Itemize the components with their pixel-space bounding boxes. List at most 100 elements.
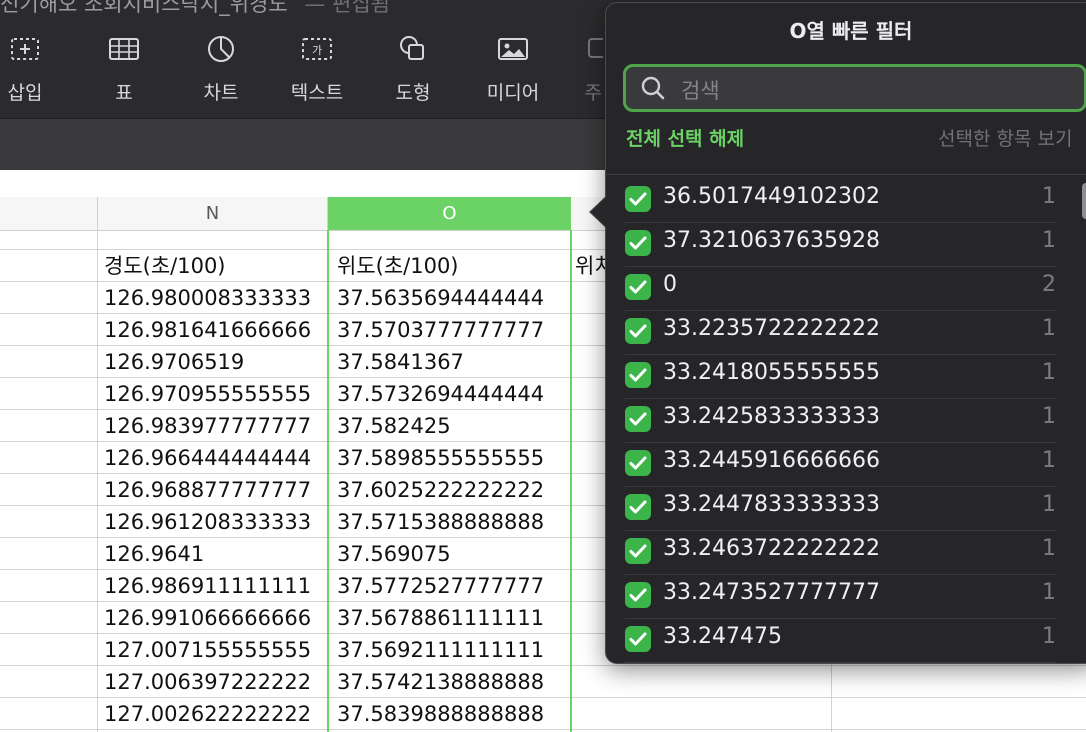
cell-latitude[interactable]: 37.6025222222222 — [337, 474, 569, 506]
text-box-icon: 가 — [282, 34, 352, 64]
filter-item[interactable]: 33.247475 1 — [606, 619, 1056, 663]
filter-item-value: 33.2447833333333 — [663, 492, 880, 517]
show-selected-button[interactable]: 선택한 항목 보기 — [938, 124, 1072, 151]
popover-arrow-fill — [591, 197, 606, 227]
filter-item-value: 33.2445916666666 — [663, 448, 880, 473]
filter-item[interactable]: 33.2473527777777 1 — [606, 575, 1056, 619]
filter-item-count: 1 — [1042, 404, 1056, 429]
filter-item-count: 1 — [1042, 580, 1056, 605]
filter-item[interactable]: 36.5017449102302 1 — [606, 179, 1056, 223]
cell-latitude[interactable]: 37.5841367 — [337, 346, 569, 378]
cell-latitude[interactable]: 37.582425 — [337, 410, 569, 442]
checkbox-checked-icon[interactable] — [625, 274, 651, 300]
cell-longitude[interactable]: 126.968877777777 — [104, 474, 326, 506]
filter-item-count: 2 — [1042, 272, 1056, 297]
filter-item[interactable]: 37.3210637635928 1 — [606, 223, 1056, 267]
filter-item-separator — [625, 662, 1056, 663]
filter-item-value: 36.5017449102302 — [663, 184, 880, 209]
toolbar-text-button[interactable]: 가 텍스트 — [282, 34, 352, 105]
filter-item-value: 33.2235722222222 — [663, 316, 880, 341]
cell-latitude[interactable]: 37.5692111111111 — [337, 634, 569, 666]
cell-latitude[interactable]: 37.5715388888888 — [337, 506, 569, 538]
column-header-o[interactable]: O — [328, 197, 571, 231]
filter-item[interactable]: 33.2445916666666 1 — [606, 443, 1056, 487]
filter-item[interactable]: 33.2447833333333 1 — [606, 487, 1056, 531]
column-gridline — [327, 230, 329, 732]
document-status: — 편집됨 — [297, 0, 390, 16]
filter-item-count: 1 — [1042, 316, 1056, 341]
column-header-n[interactable]: N — [98, 197, 328, 231]
checkbox-checked-icon[interactable] — [625, 450, 651, 476]
quick-filter-popover: O열 빠른 필터 검색 전체 선택 해제 선택한 항목 보기 36.501744… — [605, 2, 1086, 664]
chart-icon — [186, 34, 256, 64]
filter-item-value: 33.2473527777777 — [663, 580, 880, 605]
search-placeholder: 검색 — [681, 79, 720, 103]
checkbox-checked-icon[interactable] — [625, 186, 651, 212]
cell-longitude[interactable]: 126.9706519 — [104, 346, 326, 378]
column-gridline — [570, 230, 572, 732]
cell-longitude[interactable]: 126.983977777777 — [104, 410, 326, 442]
checkbox-checked-icon[interactable] — [625, 494, 651, 520]
filter-item-count: 1 — [1042, 184, 1056, 209]
cell-longitude[interactable]: 126.966444444444 — [104, 442, 326, 474]
filter-item[interactable]: 33.2425833333333 1 — [606, 399, 1056, 443]
filter-item[interactable]: 33.2418055555555 1 — [606, 355, 1056, 399]
column-header-m[interactable] — [0, 197, 98, 231]
toolbar-table-button[interactable]: 표 — [89, 34, 159, 105]
header-cell-n[interactable]: 경도(초/100) — [104, 250, 326, 282]
checkbox-checked-icon[interactable] — [625, 362, 651, 388]
filter-item[interactable]: 02 — [606, 267, 1056, 311]
filter-item-value: 37.3210637635928 — [663, 228, 880, 253]
cell-latitude[interactable]: 37.5635694444444 — [337, 282, 569, 314]
checkbox-checked-icon[interactable] — [625, 406, 651, 432]
document-title-text: 전기해오 조회지비스락지_위경도 — [0, 0, 288, 16]
toolbar-media-button[interactable]: 미디어 — [478, 34, 548, 105]
checkbox-checked-icon[interactable] — [625, 318, 651, 344]
cell-latitude[interactable]: 37.5703777777777 — [337, 314, 569, 346]
deselect-all-button[interactable]: 전체 선택 해제 — [626, 124, 744, 151]
checkbox-checked-icon[interactable] — [625, 626, 651, 652]
toolbar-chart-button[interactable]: 차트 — [186, 34, 256, 105]
filter-item-count: 1 — [1042, 624, 1056, 649]
cell-longitude[interactable]: 126.9641 — [104, 538, 326, 570]
cell-longitude[interactable]: 126.970955555555 — [104, 378, 326, 410]
cell-latitude[interactable]: 37.5839888888888 — [337, 698, 569, 730]
filter-item-value: 0 — [663, 272, 677, 297]
toolbar-comment-button[interactable]: 주 — [566, 34, 606, 105]
cell-longitude[interactable]: 126.991066666666 — [104, 602, 326, 634]
column-gridline — [97, 230, 98, 732]
cell-latitude[interactable]: 37.5898555555555 — [337, 442, 569, 474]
filter-item-count: 1 — [1042, 448, 1056, 473]
toolbar-shape-button[interactable]: 도형 — [378, 34, 448, 105]
toolbar-insert-button[interactable]: 삽입 — [0, 34, 60, 105]
checkbox-checked-icon[interactable] — [625, 582, 651, 608]
popover-title: O열 빠른 필터 — [789, 19, 913, 43]
cell-latitude[interactable]: 37.5678861111111 — [337, 602, 569, 634]
shape-icon — [378, 34, 448, 64]
filter-item-count: 1 — [1042, 228, 1056, 253]
header-cell-o[interactable]: 위도(초/100) — [337, 250, 569, 282]
cell-latitude[interactable]: 37.5742138888888 — [337, 666, 569, 698]
cell-longitude[interactable]: 127.006397222222 — [104, 666, 326, 698]
filter-item[interactable]: 33.2235722222222 1 — [606, 311, 1056, 355]
checkbox-checked-icon[interactable] — [625, 230, 651, 256]
cell-latitude[interactable]: 37.569075 — [337, 538, 569, 570]
filter-item-count: 1 — [1042, 360, 1056, 385]
comment-icon — [566, 34, 606, 64]
cell-longitude[interactable]: 126.980008333333 — [104, 282, 326, 314]
filter-item-value: 33.2463722222222 — [663, 536, 880, 561]
cell-latitude[interactable]: 37.5772527777777 — [337, 570, 569, 602]
cell-latitude[interactable]: 37.5732694444444 — [337, 378, 569, 410]
cell-longitude[interactable]: 126.981641666666 — [104, 314, 326, 346]
filter-list-scrollbar[interactable] — [1082, 183, 1086, 219]
filter-item-value: 33.2425833333333 — [663, 404, 880, 429]
cell-longitude[interactable]: 127.002622222222 — [104, 698, 326, 730]
filter-item-value: 33.2418055555555 — [663, 360, 880, 385]
cell-longitude[interactable]: 126.986911111111 — [104, 570, 326, 602]
checkbox-checked-icon[interactable] — [625, 538, 651, 564]
filter-item-count: 1 — [1042, 536, 1056, 561]
filter-search-input[interactable]: 검색 — [623, 64, 1086, 112]
filter-item[interactable]: 33.2463722222222 1 — [606, 531, 1056, 575]
cell-longitude[interactable]: 127.007155555555 — [104, 634, 326, 666]
cell-longitude[interactable]: 126.961208333333 — [104, 506, 326, 538]
